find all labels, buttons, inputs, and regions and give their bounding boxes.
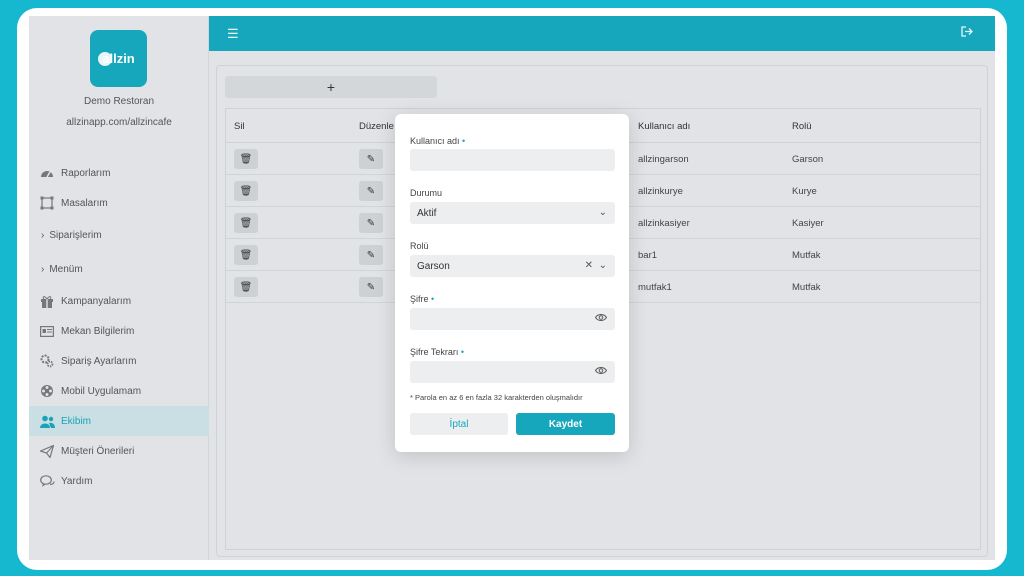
sidebar-item-siparis-ayarlarim[interactable]: Sipariş Ayarlarım (29, 346, 209, 376)
password-label: Şifre • (410, 294, 435, 304)
table-frame-icon (39, 195, 55, 211)
sidebar-item-musteri-onerileri[interactable]: Müşteri Önerileri (29, 436, 209, 466)
edit-icon[interactable]: ✎ (359, 245, 383, 265)
sidebar-item-mekan-bilgilerim[interactable]: Mekan Bilgilerim (29, 316, 209, 346)
sidebar-menu: Raporlarım Masalarım › Siparişlerim › Me… (29, 158, 209, 496)
chevron-down-icon: ⌄ (598, 260, 607, 271)
edit-icon[interactable]: ✎ (359, 181, 383, 201)
sidebar-item-ekibim[interactable]: Ekibim (29, 406, 209, 436)
restaurant-name: Demo Restoran (83, 96, 155, 107)
edit-icon[interactable]: ✎ (359, 149, 383, 169)
sidebar-item-label: Masalarım (61, 197, 108, 209)
trash-icon[interactable]: 🗑 (234, 181, 258, 201)
id-card-icon (39, 323, 55, 339)
cancel-button[interactable]: İptal (410, 413, 508, 435)
col-header-sil: Sil (234, 121, 245, 132)
chevron-right-icon: › (41, 229, 45, 241)
role-select[interactable]: Garson ✕ ⌄ (410, 255, 615, 277)
team-icon (39, 413, 55, 429)
cell-username: allzingarson (638, 154, 689, 165)
sidebar-item-masalarim[interactable]: Masalarım (29, 188, 209, 218)
gift-icon (39, 293, 55, 309)
col-header-kullanici-adi: Kullanıcı adı (638, 121, 691, 132)
save-button[interactable]: Kaydet (516, 413, 615, 435)
cell-role: Mutfak (792, 282, 821, 293)
eye-icon[interactable] (594, 313, 608, 325)
sidebar-item-mobil-uygulamam[interactable]: Mobil Uygulamam (29, 376, 209, 406)
chevron-right-icon: › (41, 263, 45, 275)
film-reel-icon (39, 383, 55, 399)
col-header-rolu: Rolü (792, 121, 812, 132)
sidebar-item-label: Müşteri Önerileri (61, 445, 135, 457)
clear-icon[interactable]: ✕ (585, 260, 593, 271)
sidebar-item-label: Mekan Bilgilerim (61, 325, 135, 337)
cell-username: bar1 (638, 250, 658, 261)
sidebar-item-label: Yardım (61, 475, 93, 487)
sidebar-item-siparislerim[interactable]: › Siparişlerim (29, 218, 209, 252)
col-header-duzenle: Düzenle (359, 121, 394, 132)
password-repeat-label: Şifre Tekrarı • (410, 347, 465, 357)
paper-plane-icon (39, 443, 55, 459)
sidebar-item-label: Sipariş Ayarlarım (61, 355, 137, 367)
restaurant-url: allzinapp.com/allzincafe (66, 117, 172, 128)
sidebar-item-label: Raporlarım (61, 167, 111, 179)
cell-role: Garson (792, 154, 824, 165)
sidebar-item-yardim[interactable]: Yardım (29, 466, 209, 496)
username-label: Kullanıcı adı • (410, 136, 466, 146)
sidebar-item-label: Mobil Uygulamam (61, 385, 142, 397)
add-user-modal: Kullanıcı adı • Durumu Aktif ⌄ Rolü Gars… (395, 114, 629, 452)
hamburger-icon[interactable]: ☰ (227, 26, 239, 42)
status-label: Durumu (410, 188, 443, 198)
top-bar: ☰ (209, 16, 995, 51)
cell-username: allzinkasiyer (638, 218, 690, 229)
status-select[interactable]: Aktif ⌄ (410, 202, 615, 224)
cell-role: Kasiyer (792, 218, 824, 229)
logo-mark-icon (98, 52, 112, 66)
chevron-down-icon: ⌄ (598, 207, 607, 218)
sidebar-item-label: Menüm (49, 263, 83, 275)
gears-icon (39, 353, 55, 369)
trash-icon[interactable]: 🗑 (234, 245, 258, 265)
password-rule-note: * Parola en az 6 en fazla 32 karakterden… (410, 393, 583, 402)
password-field[interactable] (410, 308, 615, 330)
logout-icon[interactable] (961, 26, 973, 40)
sidebar-item-label: Kampanyalarım (61, 295, 132, 307)
required-mark: • (462, 136, 466, 146)
sidebar: allzin Demo Restoran allzinapp.com/allzi… (29, 16, 209, 560)
edit-icon[interactable]: ✎ (359, 277, 383, 297)
brand-logo: allzin (90, 30, 147, 87)
trash-icon[interactable]: 🗑 (234, 277, 258, 297)
sidebar-item-label: Siparişlerim (49, 229, 102, 241)
chat-icon (39, 473, 55, 489)
eye-icon[interactable] (594, 366, 608, 378)
username-field[interactable] (410, 149, 615, 171)
password-repeat-field[interactable] (410, 361, 615, 383)
sidebar-item-kampanyalarim[interactable]: Kampanyalarım (29, 286, 209, 316)
sidebar-item-menum[interactable]: › Menüm (29, 252, 209, 286)
required-mark: • (460, 347, 465, 357)
trash-icon[interactable]: 🗑 (234, 213, 258, 233)
role-label: Rolü (410, 241, 429, 251)
speedometer-icon (39, 165, 55, 181)
add-user-button[interactable]: + (225, 76, 437, 98)
required-mark: • (431, 294, 435, 304)
sidebar-item-label: Ekibim (61, 415, 92, 427)
cell-role: Kurye (792, 186, 817, 197)
cell-username: allzinkurye (638, 186, 683, 197)
sidebar-item-raporlarim[interactable]: Raporlarım (29, 158, 209, 188)
cell-role: Mutfak (792, 250, 821, 261)
edit-icon[interactable]: ✎ (359, 213, 383, 233)
cell-username: mutfak1 (638, 282, 672, 293)
trash-icon[interactable]: 🗑 (234, 149, 258, 169)
